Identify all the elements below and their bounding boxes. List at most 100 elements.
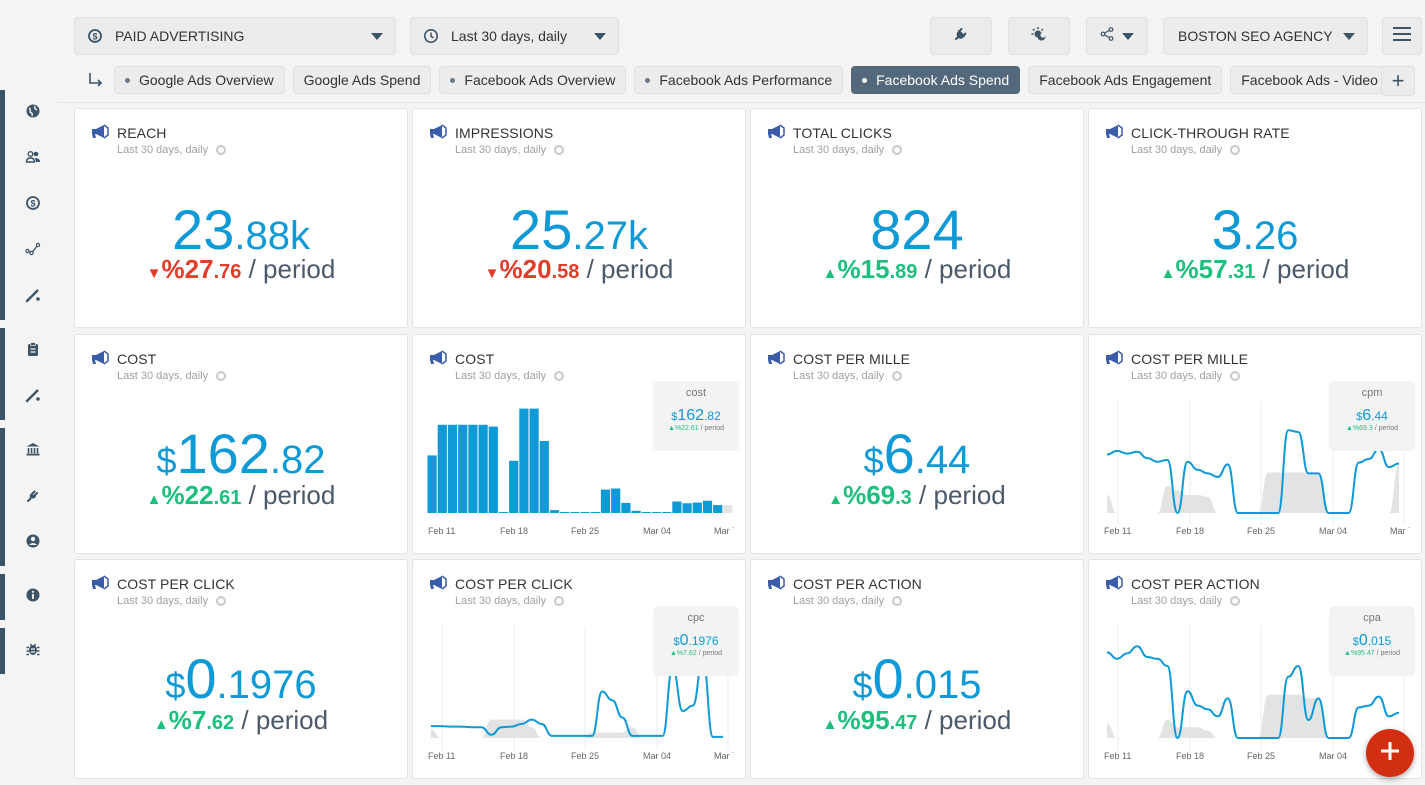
tab-google-ads-spend[interactable]: Google Ads Spend bbox=[292, 66, 432, 94]
bar[interactable] bbox=[560, 512, 570, 513]
metric-change: ▲%95.47 / period bbox=[751, 705, 1083, 736]
chart-widget[interactable]: COST Last 30 days, daily Feb 11 Feb 18 Feb 2… bbox=[412, 334, 746, 554]
metric-value-dec: .26 bbox=[1242, 214, 1299, 258]
tab-facebook-ads-performance[interactable]: Facebook Ads Performance bbox=[634, 66, 844, 94]
date-range-dropdown[interactable]: Last 30 days, daily bbox=[410, 17, 619, 55]
tab-label: Google Ads Spend bbox=[303, 72, 421, 88]
tab-facebook-ads-spend[interactable]: Facebook Ads Spend bbox=[851, 66, 1021, 94]
client-dropdown[interactable]: BOSTON SEO AGENCY bbox=[1163, 17, 1368, 55]
sidebar-item-money-cycle[interactable]: $ bbox=[5, 182, 60, 228]
megaphone-icon bbox=[1104, 124, 1124, 140]
bar[interactable] bbox=[641, 512, 651, 513]
bar[interactable] bbox=[611, 488, 621, 513]
triangle-up-icon: ▲ bbox=[1160, 265, 1176, 282]
x-tick-label: Feb 25 bbox=[571, 526, 599, 536]
bar[interactable] bbox=[651, 512, 662, 513]
change-pct-dec: .62 bbox=[206, 712, 235, 734]
bar[interactable] bbox=[600, 489, 611, 513]
sidebar-item-bug[interactable] bbox=[5, 628, 60, 674]
metric-widget[interactable]: REACH Last 30 days, daily 23.88k ▼%27.76 / … bbox=[74, 108, 408, 328]
bar[interactable] bbox=[723, 505, 733, 513]
bar[interactable] bbox=[458, 424, 468, 513]
main-menu-button[interactable] bbox=[1382, 17, 1422, 55]
bar[interactable] bbox=[631, 510, 641, 513]
bar[interactable] bbox=[447, 424, 458, 513]
change-pct-dec: .31 bbox=[1227, 261, 1256, 283]
hamburger-icon bbox=[1392, 26, 1412, 47]
sidebar-item-account[interactable] bbox=[5, 520, 60, 566]
bar[interactable] bbox=[488, 426, 498, 513]
sidebar-item-users[interactable] bbox=[5, 136, 60, 182]
bar[interactable] bbox=[529, 408, 539, 513]
metric-widget[interactable]: COST PER CLICK Last 30 days, daily $0.1976… bbox=[74, 559, 408, 779]
toggle-theme-button[interactable] bbox=[1008, 17, 1070, 55]
integrations-button[interactable] bbox=[930, 17, 992, 55]
widget-subtitle: Last 30 days, daily bbox=[1131, 144, 1241, 156]
subdirectory-arrow-icon bbox=[88, 72, 104, 93]
share-icon bbox=[1100, 26, 1114, 46]
sidebar-item-magic-wand[interactable] bbox=[5, 274, 60, 320]
sidebar-item-info[interactable] bbox=[5, 574, 60, 620]
category-dropdown[interactable]: $ PAID ADVERTISING bbox=[74, 17, 396, 55]
metric-widget[interactable]: COST PER ACTION Last 30 days, daily $0.015… bbox=[750, 559, 1084, 779]
metric-widget[interactable]: CLICK-THROUGH RATE Last 30 days, daily 3.2… bbox=[1088, 108, 1422, 328]
bar[interactable] bbox=[590, 512, 600, 513]
bar[interactable] bbox=[570, 512, 580, 513]
bar[interactable] bbox=[580, 512, 590, 513]
chevron-down-icon bbox=[1122, 32, 1134, 40]
tooltip-change: ▲%95.47 / period bbox=[1329, 650, 1415, 657]
bar[interactable] bbox=[478, 424, 488, 513]
sidebar-item-analytics[interactable] bbox=[5, 228, 60, 274]
metric-widget[interactable]: COST Last 30 days, daily $162.82 ▲%22.61 / … bbox=[74, 334, 408, 554]
bar[interactable] bbox=[549, 510, 560, 513]
chart-widget[interactable]: COST PER CLICK Last 30 days, daily Feb 11 F… bbox=[412, 559, 746, 779]
bar[interactable] bbox=[498, 512, 509, 513]
bar[interactable] bbox=[621, 502, 631, 513]
metric-widget[interactable]: COST PER MILLE Last 30 days, daily $6.44 ▲%… bbox=[750, 334, 1084, 554]
money-cycle-icon: $ bbox=[87, 28, 103, 44]
tooltip-value-dec: .1976 bbox=[688, 634, 719, 648]
tab-facebook-ads-overview[interactable]: Facebook Ads Overview bbox=[439, 66, 627, 94]
bar[interactable] bbox=[692, 502, 702, 513]
metric-value: 25.27k bbox=[413, 197, 745, 262]
sidebar-item-magic-wand[interactable] bbox=[5, 374, 60, 420]
bar[interactable] bbox=[427, 455, 437, 513]
metric-change: ▲%7.62 / period bbox=[75, 705, 407, 736]
tooltip-change: ▲%22.61 / period bbox=[653, 425, 739, 432]
megaphone-icon bbox=[90, 350, 110, 366]
bar[interactable] bbox=[539, 441, 549, 513]
bar[interactable] bbox=[713, 505, 723, 513]
bar[interactable] bbox=[509, 460, 519, 513]
metric-change: ▲%22.61 / period bbox=[75, 480, 407, 511]
bar[interactable] bbox=[672, 501, 682, 513]
sidebar-item-globe[interactable] bbox=[5, 90, 60, 136]
tab-label: Google Ads Overview bbox=[139, 72, 274, 88]
sidebar-item-bank[interactable] bbox=[5, 428, 60, 474]
bar[interactable] bbox=[682, 503, 692, 513]
metric-change: ▲%69.3 / period bbox=[751, 480, 1083, 511]
chart-widget[interactable]: COST PER MILLE Last 30 days, daily Feb 11 F… bbox=[1088, 334, 1422, 554]
sidebar-item-clipboard[interactable] bbox=[5, 328, 60, 374]
category-dropdown-label: PAID ADVERTISING bbox=[115, 28, 245, 44]
bar[interactable] bbox=[437, 424, 447, 513]
megaphone-icon bbox=[428, 124, 448, 140]
bar[interactable] bbox=[662, 512, 672, 513]
share-button[interactable] bbox=[1086, 17, 1148, 55]
x-tick-label: Mar 04 bbox=[643, 526, 671, 536]
metric-widget[interactable]: IMPRESSIONS Last 30 days, daily 25.27k ▼%20… bbox=[412, 108, 746, 328]
tab-facebook-ads-video[interactable]: Facebook Ads - Video bbox=[1230, 66, 1389, 94]
currency-symbol: $ bbox=[156, 440, 177, 481]
sidebar-item-plug[interactable] bbox=[5, 474, 60, 520]
tab-google-ads-overview[interactable]: Google Ads Overview bbox=[114, 66, 285, 94]
change-pct-dec: .58 bbox=[551, 261, 580, 283]
bar[interactable] bbox=[519, 408, 529, 513]
bar[interactable] bbox=[702, 500, 713, 513]
tab-facebook-ads-engagement[interactable]: Facebook Ads Engagement bbox=[1028, 66, 1223, 94]
metric-value-dec: .27k bbox=[572, 214, 648, 258]
metric-widget[interactable]: TOTAL CLICKS Last 30 days, daily 824 ▲%15.8… bbox=[750, 108, 1084, 328]
add-tab-button[interactable]: + bbox=[1381, 66, 1415, 96]
x-tick-label: Feb 18 bbox=[1176, 751, 1204, 761]
bar[interactable] bbox=[468, 424, 478, 513]
add-widget-fab[interactable] bbox=[1366, 729, 1414, 777]
sidebar-group bbox=[0, 328, 60, 420]
